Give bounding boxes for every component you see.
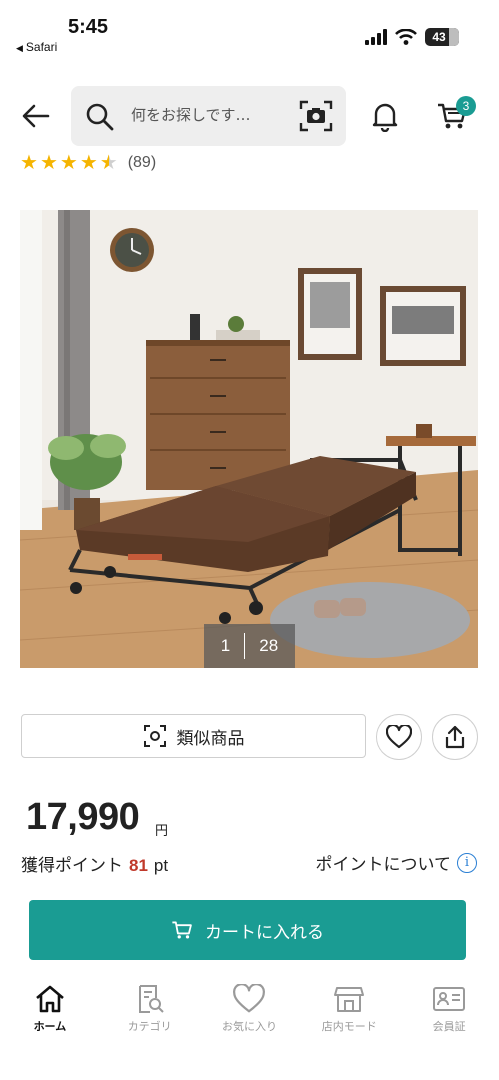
back-button[interactable] — [16, 98, 56, 134]
nav-category[interactable]: カテゴリ — [100, 980, 200, 1040]
nav-store-mode-label: 店内モード — [321, 1020, 377, 1033]
add-to-cart-button[interactable]: カートに入れる — [29, 900, 466, 960]
points-about-link[interactable]: ポイントについて i — [315, 850, 477, 875]
category-search-icon — [138, 985, 164, 1013]
heart-icon — [233, 984, 266, 1013]
battery-level: 43 — [432, 30, 446, 44]
image-search-icon — [143, 725, 166, 747]
image-total: 28 — [259, 636, 279, 655]
nav-store-mode[interactable]: 店内モード — [299, 980, 399, 1040]
cart-count-badge: 3 — [456, 96, 476, 116]
search-input[interactable]: 何をお探しです… — [131, 104, 281, 125]
search-bar[interactable]: 何をお探しです… — [71, 86, 346, 146]
info-icon: i — [457, 852, 477, 873]
nav-category-label: カテゴリ — [127, 1020, 172, 1033]
store-icon — [334, 987, 365, 1012]
nav-favorites[interactable]: お気に入り — [200, 980, 300, 1040]
back-triangle-icon: ◀ — [16, 43, 23, 53]
points-unit: pt — [153, 856, 169, 875]
member-card-icon — [433, 987, 466, 1011]
status-icons: 43 — [365, 28, 459, 46]
bottom-nav: ホーム カテゴリ お気に入り 店内モード 会員証 — [0, 980, 499, 1040]
search-icon — [86, 103, 114, 131]
favorite-button[interactable] — [376, 714, 422, 760]
image-counter: 1 28 — [204, 624, 295, 668]
points-label: 獲得ポイント — [21, 856, 123, 876]
star-icon: ★ — [39, 150, 58, 172]
header: 何をお探しです… 3 — [0, 84, 499, 148]
review-count: (89) — [127, 154, 157, 171]
wifi-icon — [395, 29, 417, 45]
camera-search-icon[interactable] — [299, 100, 333, 132]
share-icon — [445, 725, 465, 749]
cart-icon — [172, 921, 192, 939]
product-image[interactable] — [20, 210, 478, 668]
nav-home[interactable]: ホーム — [0, 980, 100, 1040]
earned-points: 獲得ポイント 81 pt — [21, 851, 168, 876]
add-to-cart-label: カートに入れる — [205, 922, 324, 943]
battery-icon: 43 — [425, 28, 459, 46]
rating[interactable]: ★ ★ ★ ★ ★ (89) — [20, 150, 220, 172]
star-icon: ★ — [20, 150, 38, 172]
arrow-left-icon — [22, 104, 50, 128]
back-to-safari-link[interactable]: ◀ Safari — [16, 40, 57, 54]
nav-member-card-label: 会員証 — [432, 1020, 466, 1033]
nav-favorites-label: お気に入り — [221, 1020, 277, 1033]
counter-divider — [244, 633, 246, 659]
star-icon: ★ — [59, 150, 78, 172]
folding-bed-photo — [20, 210, 478, 668]
price-amount: 17,990 — [26, 796, 140, 838]
nav-member-card[interactable]: 会員証 — [399, 980, 499, 1040]
status-bar: 5:45 ◀ Safari 43 — [0, 0, 499, 60]
image-current: 1 — [220, 636, 231, 655]
heart-icon — [386, 725, 412, 749]
similar-items-button[interactable]: 類似商品 — [21, 714, 366, 758]
points-about-label: ポイントについて — [315, 855, 452, 875]
status-time: 5:45 — [68, 16, 109, 38]
bell-icon[interactable] — [370, 100, 400, 132]
price-unit: 円 — [155, 824, 169, 839]
share-button[interactable] — [432, 714, 478, 760]
similar-items-label: 類似商品 — [176, 728, 245, 749]
star-half-icon: ★ — [99, 150, 118, 172]
nav-home-label: ホーム — [33, 1020, 67, 1033]
home-icon — [36, 985, 64, 1013]
points-value: 81 — [129, 856, 148, 875]
back-app-label: Safari — [25, 40, 58, 54]
star-icon: ★ — [79, 150, 98, 172]
signal-icon — [365, 29, 387, 45]
